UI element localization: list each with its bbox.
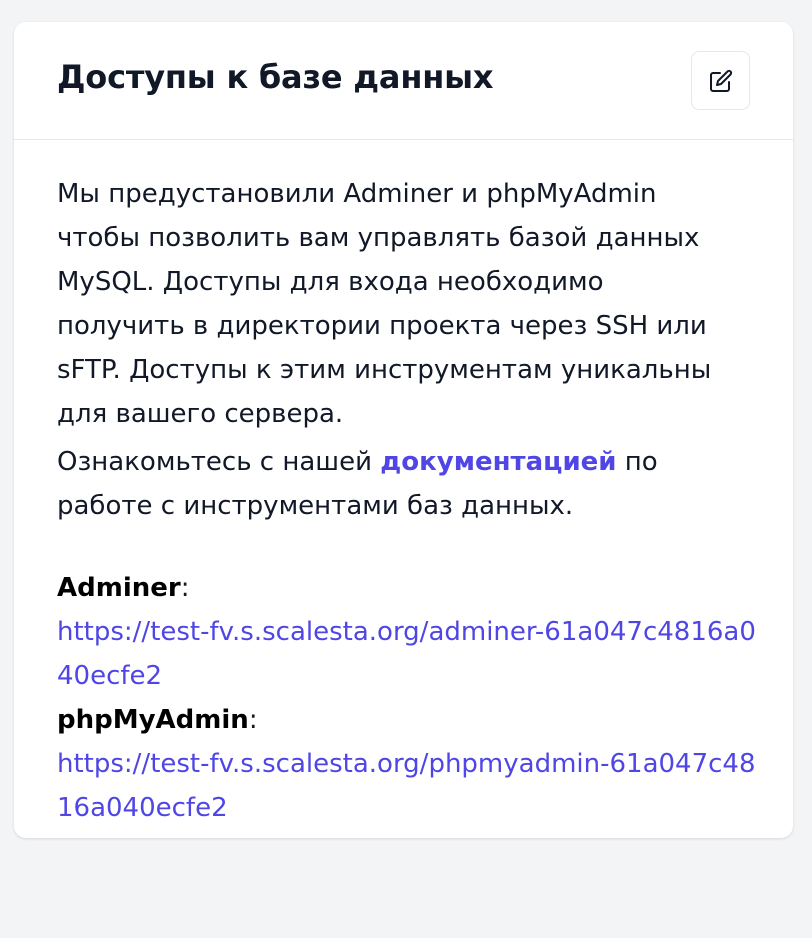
tool-separator: : — [180, 573, 190, 603]
pencil-square-icon — [709, 69, 733, 93]
tool-separator: : — [248, 705, 258, 735]
tools-list: Adminer: https://test-fv.s.scalesta.org/… — [57, 566, 757, 830]
card-header: Доступы к базе данных — [14, 22, 793, 140]
card-body: Мы предустановили Adminer и phpMyAdmin ч… — [57, 172, 757, 830]
db-access-card: Доступы к базе данных Мы предустановили … — [14, 22, 793, 838]
documentation-link[interactable]: документацией — [380, 447, 616, 477]
adminer-link[interactable]: https://test-fv.s.scalesta.org/adminer-6… — [57, 610, 757, 698]
doc-prefix: Ознакомьтесь с нашей — [57, 447, 381, 477]
tool-label: Adminer — [57, 573, 181, 603]
card-title: Доступы к базе данных — [57, 58, 494, 96]
description-text: Мы предустановили Adminer и phpMyAdmin ч… — [57, 179, 712, 429]
tool-label: phpMyAdmin — [57, 705, 249, 735]
documentation-paragraph: Ознакомьтесь с нашей документацией по ра… — [57, 440, 737, 528]
tool-item-phpmyadmin: phpMyAdmin: https://test-fv.s.scalesta.o… — [57, 698, 757, 830]
tool-item-adminer: Adminer: https://test-fv.s.scalesta.org/… — [57, 566, 757, 698]
edit-button[interactable] — [691, 51, 750, 110]
phpmyadmin-link[interactable]: https://test-fv.s.scalesta.org/phpmyadmi… — [57, 742, 757, 830]
